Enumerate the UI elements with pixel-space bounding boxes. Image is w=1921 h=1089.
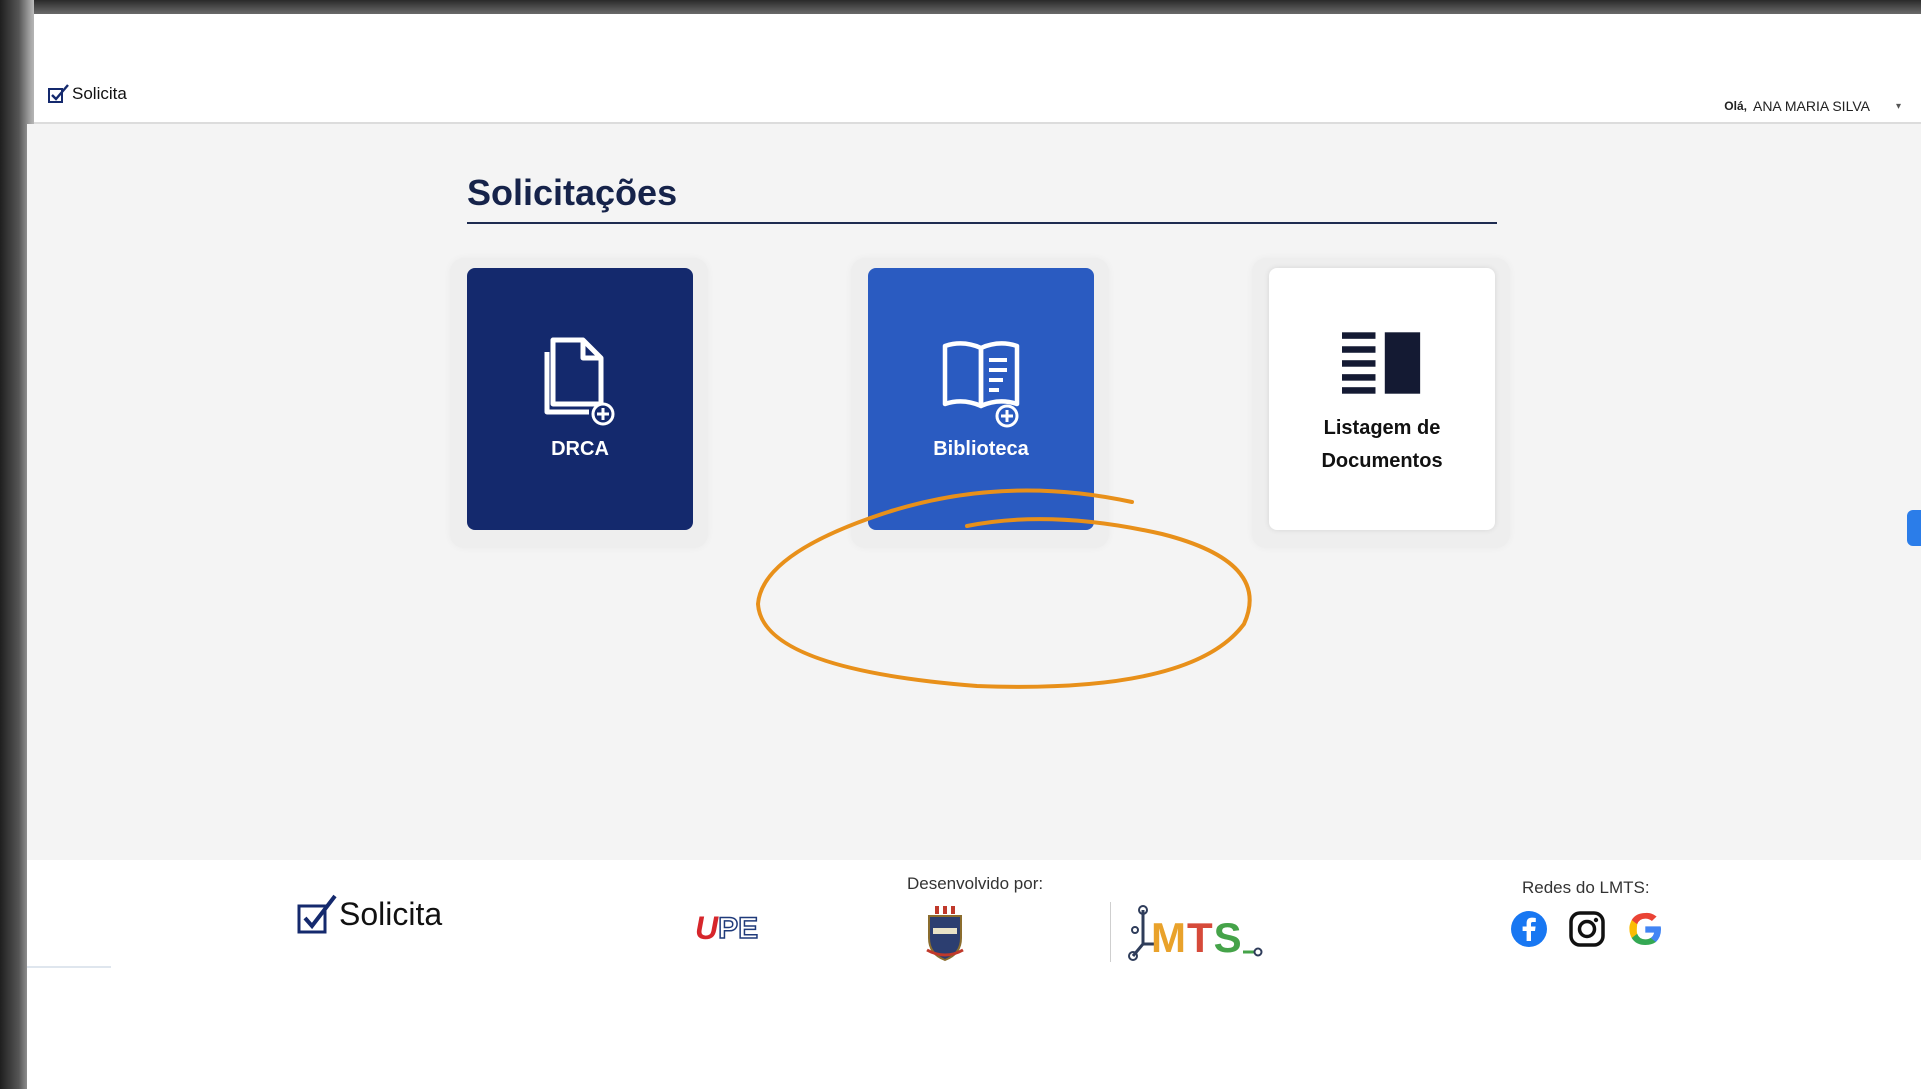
chevron-down-icon[interactable]: ▾ bbox=[1896, 101, 1901, 112]
screen-edge-top bbox=[0, 0, 1921, 14]
footer-brand[interactable]: Solicita bbox=[297, 892, 442, 936]
upe-logo[interactable]: U PE bbox=[695, 910, 759, 947]
checkbox-logo-icon bbox=[297, 894, 337, 934]
instagram-icon[interactable] bbox=[1568, 910, 1606, 948]
book-add-icon bbox=[941, 332, 1021, 428]
card-label-line2: Documentos bbox=[1321, 450, 1443, 472]
card-wrapper-drca: DRCA bbox=[450, 258, 708, 548]
social-title: Redes do LMTS: bbox=[1522, 878, 1650, 897]
user-menu[interactable]: Olá, ANA MARIA SILVA ▾ bbox=[1724, 98, 1901, 114]
upe-logo-u: U bbox=[695, 910, 719, 946]
lmts-logo-s: S bbox=[1213, 914, 1243, 961]
footer-brand-label: Solicita bbox=[339, 895, 443, 932]
card-wrapper-biblioteca: Biblioteca bbox=[851, 258, 1109, 548]
google-icon[interactable] bbox=[1626, 910, 1664, 948]
footer-underline bbox=[27, 966, 111, 968]
footer: Solicita U PE Desenvolvido por: L M bbox=[27, 860, 1921, 1089]
card-biblioteca[interactable]: Biblioteca bbox=[868, 268, 1094, 530]
document-add-icon bbox=[540, 332, 620, 428]
developed-by-label: Desenvolvido por: bbox=[907, 874, 1044, 893]
lmts-logo-t: T bbox=[1187, 914, 1214, 961]
page-title: Solicitações bbox=[467, 172, 678, 213]
social-links bbox=[1510, 910, 1664, 948]
navbar-brand[interactable]: Solicita bbox=[48, 84, 127, 104]
user-name: ANA MARIA SILVA bbox=[1752, 98, 1870, 114]
card-drca[interactable]: DRCA bbox=[467, 268, 693, 530]
footer-divider bbox=[1110, 902, 1111, 962]
card-listagem-documentos[interactable]: Listagem de Documentos bbox=[1269, 268, 1495, 530]
document-list-icon bbox=[1342, 328, 1422, 398]
lmts-logo[interactable]: L M T S bbox=[1127, 904, 1263, 962]
lmts-tail-icon bbox=[1242, 947, 1263, 957]
card-wrapper-listagem: Listagem de Documentos bbox=[1252, 258, 1510, 548]
facebook-icon[interactable] bbox=[1510, 910, 1548, 948]
card-label-listagem: Listagem de Documentos bbox=[1321, 412, 1442, 478]
card-label-line1: Listagem de bbox=[1323, 417, 1441, 439]
lmts-logo-m: M bbox=[1151, 914, 1187, 961]
university-crest-icon[interactable] bbox=[923, 904, 967, 964]
brand-label: Solicita bbox=[72, 84, 127, 103]
checkbox-logo-icon bbox=[48, 84, 69, 103]
card-label-biblioteca: Biblioteca bbox=[933, 438, 1029, 460]
main-content: Solicitações DRCA Biblioteca Listagem de… bbox=[27, 124, 1921, 860]
upe-logo-pe: PE bbox=[717, 911, 759, 946]
greeting-prefix: Olá, bbox=[1724, 99, 1747, 113]
screenshot-frame: Solicita Olá, ANA MARIA SILVA ▾ Solicita… bbox=[0, 0, 1921, 1089]
card-label-drca: DRCA bbox=[551, 438, 609, 460]
top-navbar: Solicita Olá, ANA MARIA SILVA ▾ bbox=[34, 14, 1921, 124]
accessibility-side-tab[interactable] bbox=[1907, 510, 1921, 546]
title-divider bbox=[467, 222, 1497, 224]
